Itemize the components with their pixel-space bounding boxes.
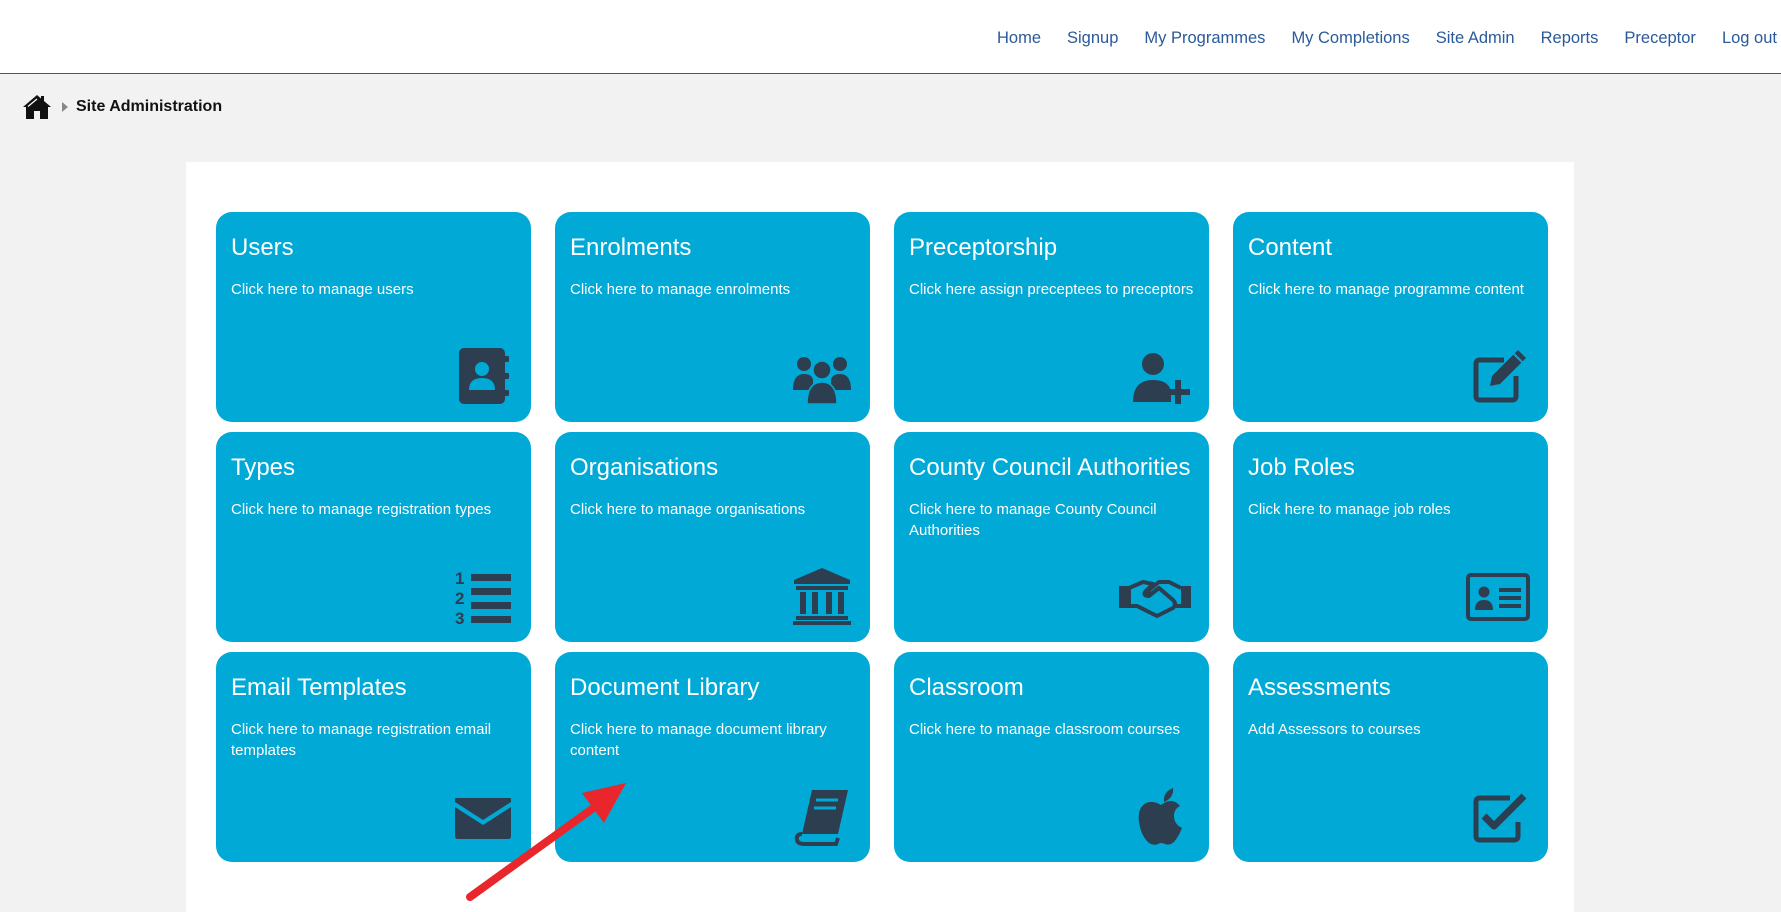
tile-enrolments[interactable]: Enrolments Click here to manage enrolmen… bbox=[555, 212, 870, 422]
users-group-icon bbox=[792, 346, 852, 406]
tile-description: Click here to manage registration types bbox=[231, 501, 492, 518]
breadcrumb-current: Site Administration bbox=[76, 98, 223, 115]
tile-description: Click here to manage job roles bbox=[1248, 501, 1451, 518]
tile-types[interactable]: Types Click here to manage registration … bbox=[216, 432, 531, 642]
envelope-icon bbox=[453, 786, 513, 846]
tile-preceptorship[interactable]: Preceptorship Click here assign precepte… bbox=[894, 212, 1209, 422]
tile-description: Click here to manage users bbox=[231, 281, 414, 298]
tile-title: Classroom bbox=[909, 674, 1024, 701]
tile-county-council-authorities[interactable]: County Council Authorities Click here to… bbox=[894, 432, 1209, 642]
tile-users[interactable]: Users Click here to manage users bbox=[216, 212, 531, 422]
nav-my-programmes[interactable]: My Programmes bbox=[1144, 29, 1265, 48]
tile-assessments[interactable]: Assessments Add Assessors to courses bbox=[1233, 652, 1548, 862]
nav-home[interactable]: Home bbox=[997, 29, 1041, 48]
main-nav: Home Signup My Programmes My Completions… bbox=[971, 29, 1777, 48]
tile-description: Click here to manage document library co… bbox=[570, 721, 827, 759]
tile-description: Click here to manage programme content bbox=[1248, 281, 1524, 298]
tile-title: Job Roles bbox=[1248, 454, 1355, 481]
tile-title: County Council Authorities bbox=[909, 454, 1191, 481]
tile-title: Users bbox=[231, 234, 294, 261]
breadcrumb: Site Administration bbox=[22, 93, 222, 121]
id-card-icon bbox=[1466, 566, 1530, 626]
tile-title: Assessments bbox=[1248, 674, 1391, 701]
tile-description: Click here to manage classroom courses bbox=[909, 721, 1180, 738]
nav-my-completions[interactable]: My Completions bbox=[1291, 29, 1409, 48]
nav-preceptor[interactable]: Preceptor bbox=[1624, 29, 1696, 48]
tile-description: Click here to manage County Council Auth… bbox=[909, 501, 1157, 539]
nav-log-out[interactable]: Log out bbox=[1722, 29, 1777, 48]
nav-site-admin[interactable]: Site Admin bbox=[1436, 29, 1515, 48]
tile-description: Click here to manage enrolments bbox=[570, 281, 791, 298]
breadcrumb-separator-icon bbox=[62, 102, 68, 112]
tile-email-templates[interactable]: Email Templates Click here to manage reg… bbox=[216, 652, 531, 862]
tile-classroom[interactable]: Classroom Click here to manage classroom… bbox=[894, 652, 1209, 862]
svg-text:3: 3 bbox=[455, 609, 464, 626]
svg-text:1: 1 bbox=[455, 569, 464, 588]
handshake-icon bbox=[1119, 566, 1191, 626]
institution-icon bbox=[792, 566, 852, 626]
tile-title: Email Templates bbox=[231, 674, 407, 701]
apple-icon bbox=[1131, 786, 1191, 846]
admin-panel: Users Click here to manage users Enrolme… bbox=[186, 162, 1574, 912]
tile-document-library[interactable]: Document Library Click here to manage do… bbox=[555, 652, 870, 862]
tile-content[interactable]: Content Click here to manage programme c… bbox=[1233, 212, 1548, 422]
tile-title: Preceptorship bbox=[909, 234, 1058, 261]
user-plus-icon bbox=[1131, 346, 1191, 406]
edit-icon bbox=[1470, 346, 1530, 406]
tile-job-roles[interactable]: Job Roles Click here to manage job roles bbox=[1233, 432, 1548, 642]
address-book-icon bbox=[453, 346, 513, 406]
tile-organisations[interactable]: Organisations Click here to manage organ… bbox=[555, 432, 870, 642]
tile-title: Types bbox=[231, 454, 296, 481]
tile-title: Organisations bbox=[570, 454, 719, 481]
tile-description: Click here to manage registration email … bbox=[231, 721, 492, 759]
numbered-list-icon: 1 2 3 bbox=[453, 566, 513, 626]
tile-title: Enrolments bbox=[570, 234, 692, 261]
tile-description: Click here assign preceptees to precepto… bbox=[909, 281, 1194, 298]
tile-title: Content bbox=[1248, 234, 1333, 261]
nav-reports[interactable]: Reports bbox=[1541, 29, 1599, 48]
tile-description: Add Assessors to courses bbox=[1248, 721, 1421, 738]
home-icon[interactable] bbox=[22, 94, 52, 120]
tile-description: Click here to manage organisations bbox=[570, 501, 806, 518]
nav-signup[interactable]: Signup bbox=[1067, 29, 1118, 48]
svg-text:2: 2 bbox=[455, 589, 464, 608]
check-square-icon bbox=[1470, 786, 1530, 846]
tile-title: Document Library bbox=[570, 674, 760, 701]
top-navigation-bar: Home Signup My Programmes My Completions… bbox=[0, 0, 1781, 74]
book-icon bbox=[792, 786, 852, 846]
